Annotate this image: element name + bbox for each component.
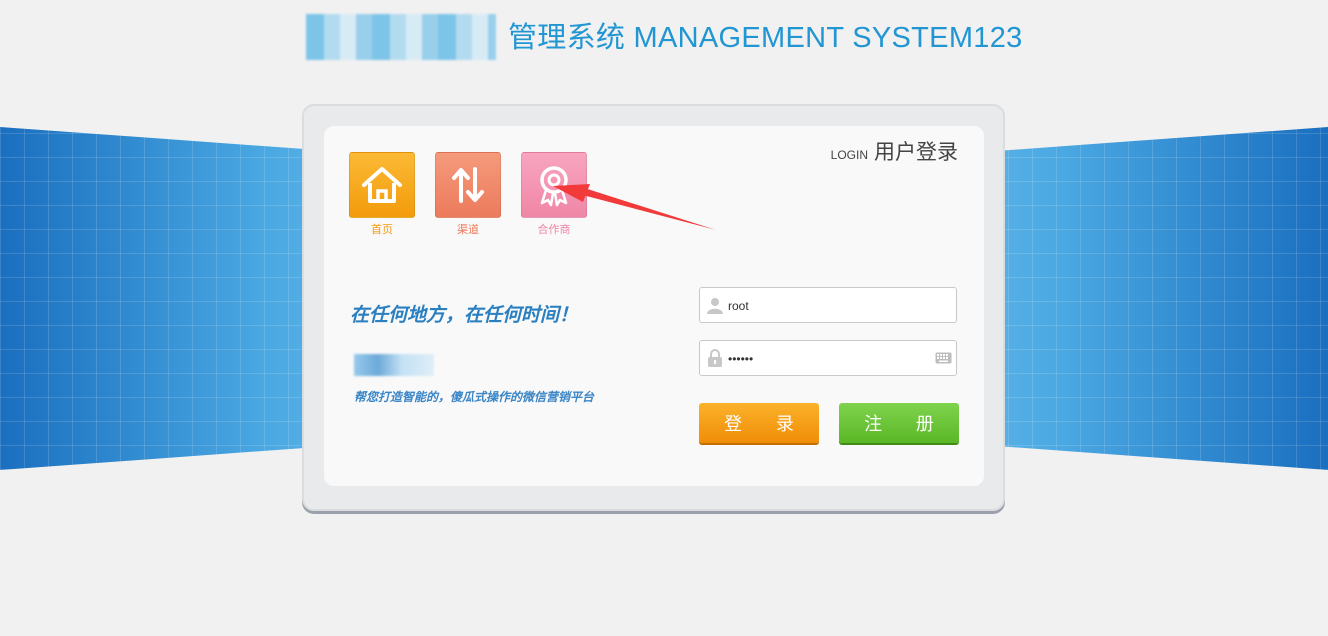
keyboard-icon[interactable] [935,352,952,364]
nav-tile-label: 渠道 [457,223,479,236]
home-icon [349,152,415,218]
password-input[interactable] [726,341,930,377]
register-button[interactable]: 注 册 [839,403,959,443]
password-field[interactable] [699,340,957,377]
login-heading: LOGIN 用户登录 [831,136,958,166]
username-field[interactable] [699,287,957,324]
login-heading-en: LOGIN [830,148,868,162]
login-button[interactable]: 登 录 [699,403,819,443]
slogan: 在任何地方，在任何时间！ [350,304,579,326]
nav-tile-partners[interactable]: 合作商 [521,152,587,237]
login-heading-zh: 用户登录 [874,140,958,164]
blurred-logo [306,14,496,60]
swap-arrows-icon [435,152,501,218]
nav-tile-home[interactable]: 首页 [349,152,415,237]
username-input[interactable] [726,288,930,324]
tagline: 帮您打造智能的，傻瓜式操作的微信营销平台 [354,390,595,404]
system-title: 管理系统 MANAGEMENT SYSTEM123 [508,22,1023,54]
nav-tile-label: 合作商 [537,223,571,236]
ribbon-badge-icon [521,152,587,218]
user-icon [707,298,723,314]
nav-tile-channels[interactable]: 渠道 [435,152,501,237]
nav-tile-label: 首页 [371,223,393,236]
blurred-brand-name [354,354,434,376]
lock-icon [708,349,722,367]
login-panel: LOGIN 用户登录 首页 渠道 合作商 在任何地方，在任何时间！ 帮您打造智能… [324,126,984,486]
